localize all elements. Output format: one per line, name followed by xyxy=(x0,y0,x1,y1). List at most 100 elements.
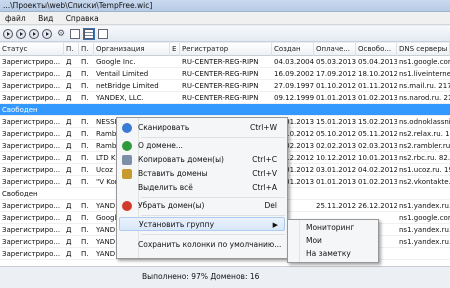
forward-icon[interactable] xyxy=(29,29,39,39)
cell-status: Зарегистриро... xyxy=(2,250,61,258)
cell-e xyxy=(170,80,180,92)
cell-dns xyxy=(397,104,450,116)
cell-paid xyxy=(314,188,356,200)
table-row[interactable]: Зарегистриро... Д П. Google Inc. RU-CENTER-R… xyxy=(0,56,450,68)
cell-dns: ns2.vkontakte.ru. xyxy=(399,178,450,186)
cell-created: 27.09.1997 xyxy=(274,82,314,90)
group-submenu: Мониторинг Мои На заметку xyxy=(287,219,379,263)
col-e[interactable]: Е xyxy=(170,43,180,56)
cell-status: Свободен xyxy=(2,190,38,198)
menu-item-remove[interactable]: Убрать домен(ы) Del xyxy=(119,199,285,213)
submenu-item-mine[interactable]: Мои xyxy=(306,235,322,247)
cell-status: Зарегистриро... xyxy=(2,226,61,234)
cell-p2 xyxy=(79,188,94,200)
cell-dns: ns1.yandex.ru. xyxy=(399,238,450,246)
list-view-icon[interactable] xyxy=(70,29,80,39)
cell-free: 04.02.2012 xyxy=(358,166,397,174)
col-dns[interactable]: DNS серверы xyxy=(397,43,450,56)
cell-p2: П. xyxy=(81,130,89,138)
menu-item-shortcut: Ctrl+V xyxy=(252,169,277,178)
play-icon[interactable] xyxy=(3,29,13,39)
cell-free: 02.03.2013 xyxy=(358,142,397,150)
menu-item-label: Установить группу xyxy=(139,220,215,229)
menu-help[interactable]: Справка xyxy=(61,12,104,25)
menu-separator xyxy=(141,215,285,216)
menu-item-save-columns[interactable]: Сохранить колонки по умолчанию... xyxy=(119,238,285,252)
cell-p1: Д xyxy=(66,178,72,186)
cell-p1: Д xyxy=(66,154,72,162)
table-row[interactable]: Зарегистриро... Д П. netBridge Limited RU-CE… xyxy=(0,80,450,92)
cell-dns: ns.narod.ru. 213... xyxy=(399,94,450,102)
submenu-item-notes[interactable]: На заметку xyxy=(306,248,351,260)
details-view-icon[interactable] xyxy=(98,29,108,39)
cell-status: Зарегистриро... xyxy=(2,178,61,186)
menu-item-paste[interactable]: Вставить домены Ctrl+V xyxy=(119,167,285,181)
col-registrar[interactable]: Регистратор xyxy=(180,43,272,56)
cell-p2: П. xyxy=(81,202,89,210)
col-status[interactable]: Статус xyxy=(0,43,64,56)
submenu-item-monitoring[interactable]: Мониторинг xyxy=(306,222,354,234)
menu-separator xyxy=(141,197,285,198)
cell-p1: Д xyxy=(66,226,72,234)
cell-p2: П. xyxy=(81,178,89,186)
cell-status: Зарегистриро... xyxy=(2,130,61,138)
col-created[interactable]: Создан xyxy=(272,43,314,56)
col-paid[interactable]: Оплаче... xyxy=(314,43,356,56)
play-next-icon[interactable] xyxy=(16,29,26,39)
cell-free: 18.10.2012 xyxy=(358,70,397,78)
cell-dns: ns1.google.com. xyxy=(399,58,450,66)
stop-icon[interactable] xyxy=(42,29,52,39)
menu-separator xyxy=(141,234,285,235)
cell-p2: П. xyxy=(81,214,89,222)
cell-dns: ns.mail.ru. 217.6... xyxy=(399,82,450,90)
cell-p2: П. xyxy=(81,238,89,246)
menu-item-shortcut: Ctrl+W xyxy=(249,123,277,132)
menu-item-copy[interactable]: Копировать домен(ы) Ctrl+C xyxy=(119,153,285,167)
menu-item-scan[interactable]: Сканировать Ctrl+W xyxy=(119,121,285,135)
table-row[interactable]: Свободен xyxy=(0,104,450,116)
cell-status: Зарегистриро... xyxy=(2,166,61,174)
menu-item-set-group[interactable]: Установить группу ▶ xyxy=(119,217,285,231)
col-p2[interactable]: П. xyxy=(79,43,94,56)
cell-status: Зарегистриро... xyxy=(2,238,61,246)
menu-item-label: Убрать домен(ы) xyxy=(138,201,205,210)
cell-p2: П. xyxy=(81,82,89,90)
cell-p1: Д xyxy=(66,214,72,222)
cell-free: 05.04.2013 xyxy=(358,58,397,66)
cell-p1: Д xyxy=(66,238,72,246)
cell-dns: ns1.ucoz.ru. 195.2... xyxy=(399,166,450,174)
cell-p2: П. xyxy=(81,70,89,78)
menu-file[interactable]: файл xyxy=(0,12,31,25)
cell-p1: Д xyxy=(66,94,72,102)
cell-organization: netBridge Limited xyxy=(96,82,159,90)
cell-organization: Google Inc. xyxy=(96,58,136,66)
settings-icon[interactable]: ⚙ xyxy=(56,29,66,39)
cell-paid: 05.10.2012 xyxy=(316,130,356,138)
table-header: Статус П. П. Организация Е Регистратор С… xyxy=(0,43,450,56)
cell-free: 26.12.2012 xyxy=(358,202,397,210)
cell-status: Зарегистриро... xyxy=(2,142,61,150)
col-organization[interactable]: Организация xyxy=(94,43,170,56)
cell-dns: ns2.rbc.ru. 82.20... xyxy=(399,154,450,162)
cell-paid: 05.03.2013 xyxy=(316,58,356,66)
cell-status: Зарегистриро... xyxy=(2,118,61,126)
table-row[interactable]: Зарегистриро... Д П. Ventail Limited RU-CENT… xyxy=(0,68,450,80)
col-p1[interactable]: П. xyxy=(64,43,79,56)
menu-item-about[interactable]: О домене... xyxy=(119,139,285,153)
menu-view[interactable]: Вид xyxy=(33,12,58,25)
cell-free xyxy=(356,188,397,200)
menu-item-label: Копировать домен(ы) xyxy=(138,155,224,164)
col-free[interactable]: Освобо... xyxy=(356,43,397,56)
menu-separator xyxy=(141,137,285,138)
table-view-icon[interactable] xyxy=(83,28,95,40)
cell-p2: П. xyxy=(81,58,89,66)
cell-paid: 01.10.2012 xyxy=(316,82,356,90)
menu-item-select-all[interactable]: Выделить всё Ctrl+A xyxy=(119,181,285,195)
submenu-arrow-icon: ▶ xyxy=(272,221,278,229)
cell-paid: 02.02.2013 xyxy=(316,142,356,150)
cell-p2: П. xyxy=(81,154,89,162)
status-text: Выполнено: 97% Доменов: 16 xyxy=(142,272,260,281)
cell-paid: 17.09.2012 xyxy=(316,70,356,78)
table-row[interactable]: Зарегистриро... Д П. YANDEX, LLC. RU-CENTER-… xyxy=(0,92,450,104)
menu-item-shortcut: Ctrl+A xyxy=(252,183,277,192)
